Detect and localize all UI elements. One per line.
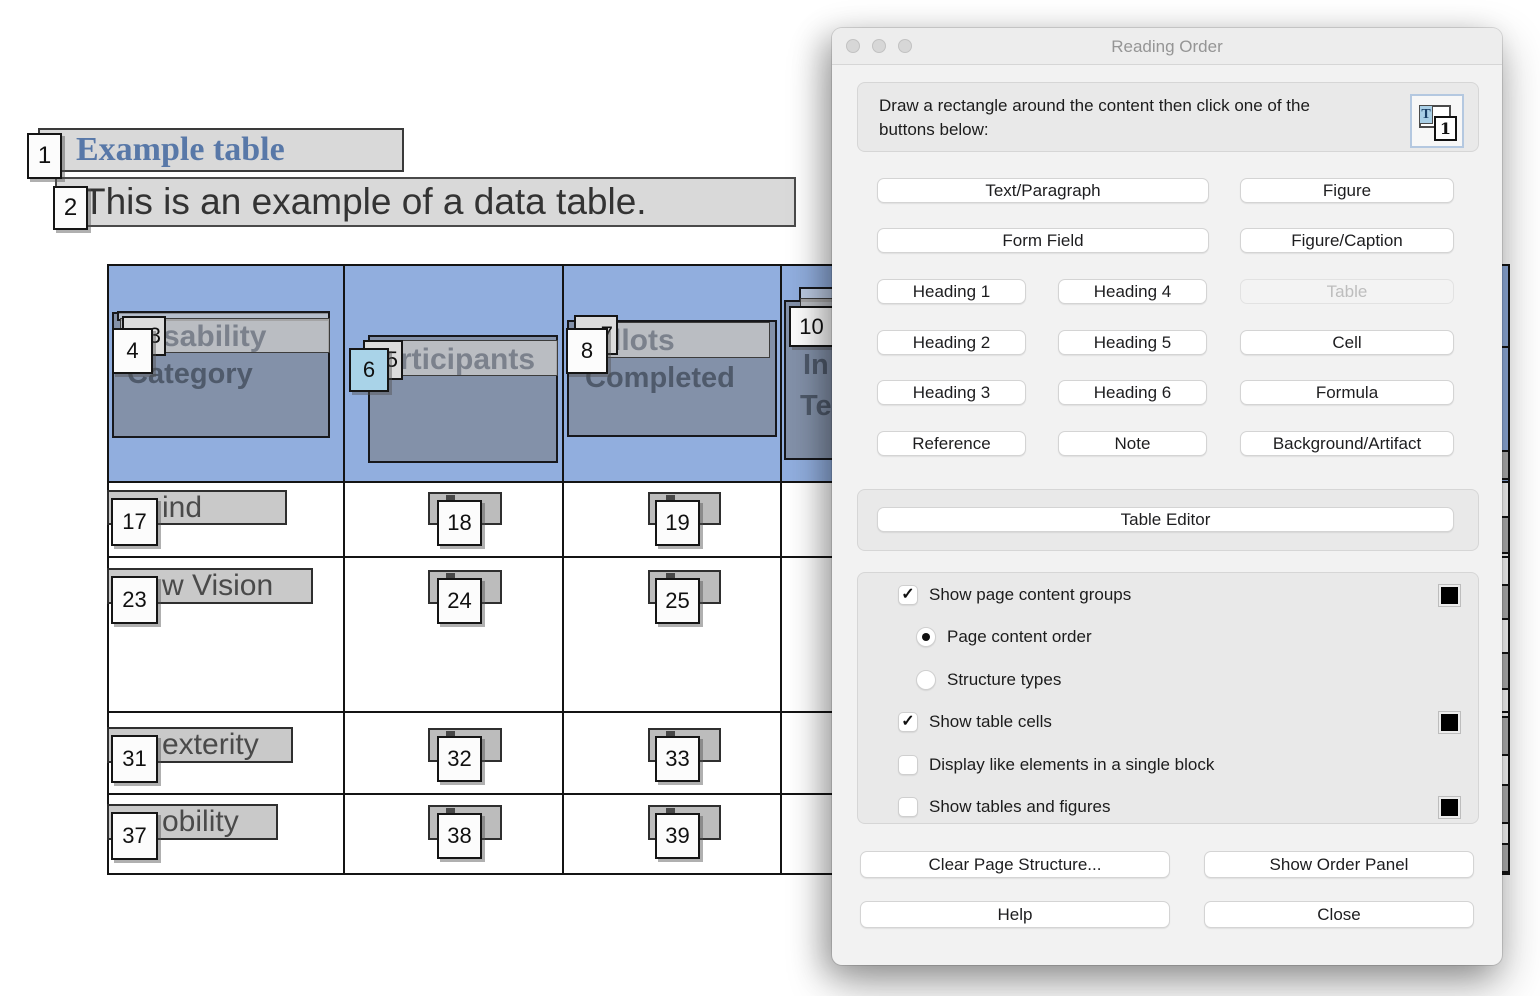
formula-button[interactable]: Formula	[1240, 380, 1454, 405]
order-tag-selected[interactable]: 6	[349, 348, 389, 392]
order-tag[interactable]: 19	[655, 500, 700, 546]
header-cell-text: rticipants	[400, 343, 535, 377]
heading4-button[interactable]: Heading 4	[1058, 279, 1207, 304]
page-content-order-label: Page content order	[947, 627, 1092, 647]
order-tag[interactable]: 8	[566, 328, 608, 374]
note-button[interactable]: Note	[1058, 431, 1207, 456]
row-label: w Vision	[162, 570, 273, 601]
document-heading: Example table	[40, 130, 402, 170]
header-cell-text: llots	[613, 324, 675, 358]
icon-letter: T	[1419, 105, 1433, 124]
order-tag[interactable]: 32	[437, 736, 482, 782]
reading-order-dialog: Reading Order Draw a rectangle around th…	[832, 28, 1502, 965]
heading2-button[interactable]: Heading 2	[877, 330, 1026, 355]
row-label: exterity	[162, 729, 259, 760]
order-tag[interactable]: 39	[655, 813, 700, 859]
order-tag[interactable]: 25	[655, 578, 700, 624]
show-table-cells-checkbox[interactable]: ✓	[898, 712, 918, 732]
header-cell-text: Te	[800, 390, 832, 423]
form-field-button[interactable]: Form Field	[877, 228, 1209, 253]
options-group: ✓ Show page content groups Page content …	[857, 572, 1479, 824]
heading1-button[interactable]: Heading 1	[877, 279, 1026, 304]
header-cell-text: sability	[163, 320, 266, 354]
show-order-panel-button[interactable]: Show Order Panel	[1204, 851, 1474, 878]
show-tables-and-figures-checkbox[interactable]	[898, 797, 918, 817]
page-content-order-radio[interactable]	[916, 627, 936, 647]
instruction-text: Draw a rectangle around the content then…	[879, 94, 1310, 142]
heading3-button[interactable]: Heading 3	[877, 380, 1026, 405]
clear-page-structure-button[interactable]: Clear Page Structure...	[860, 851, 1170, 878]
order-tag[interactable]: 10	[789, 306, 834, 347]
show-tables-and-figures-label: Show tables and figures	[929, 797, 1110, 817]
page-content-groups-color-swatch[interactable]	[1439, 585, 1460, 606]
zoom-window-icon[interactable]	[898, 39, 912, 53]
reference-button[interactable]: Reference	[877, 431, 1026, 456]
order-tag[interactable]: 24	[437, 578, 482, 624]
show-table-cells-label: Show table cells	[929, 712, 1052, 732]
order-tag[interactable]: 33	[655, 736, 700, 782]
order-tag[interactable]: 17	[111, 498, 158, 546]
text-paragraph-button[interactable]: Text/Paragraph	[877, 178, 1209, 203]
checkmark-icon: ✓	[901, 714, 914, 730]
help-button[interactable]: Help	[860, 901, 1170, 928]
order-tag[interactable]: 18	[437, 500, 482, 546]
table-column-line	[562, 266, 564, 873]
tables-figures-color-swatch[interactable]	[1439, 797, 1460, 818]
header-cell-text: In	[803, 349, 829, 382]
dialog-titlebar[interactable]: Reading Order	[832, 28, 1502, 65]
table-column-line	[780, 266, 782, 873]
structure-types-label: Structure types	[947, 670, 1061, 690]
dialog-title: Reading Order	[832, 28, 1502, 65]
checkmark-icon: ✓	[901, 587, 914, 603]
instruction-group: Draw a rectangle around the content then…	[857, 82, 1479, 152]
table-column-line	[343, 266, 345, 873]
minimize-window-icon[interactable]	[872, 39, 886, 53]
order-tag[interactable]: 37	[111, 812, 158, 860]
table-button: Table	[1240, 279, 1454, 304]
heading5-button[interactable]: Heading 5	[1058, 330, 1207, 355]
figure-caption-button[interactable]: Figure/Caption	[1240, 228, 1454, 253]
cell-button[interactable]: Cell	[1240, 330, 1454, 355]
close-window-icon[interactable]	[846, 39, 860, 53]
instruction-line1: Draw a rectangle around the content then…	[879, 94, 1310, 118]
document-paragraph: This is an example of a data table.	[57, 179, 794, 225]
order-tag[interactable]: 4	[112, 328, 153, 374]
order-tag[interactable]: 31	[111, 735, 158, 783]
instruction-line2: buttons below:	[879, 118, 1310, 142]
order-tag[interactable]: 2	[53, 186, 88, 230]
close-button[interactable]: Close	[1204, 901, 1474, 928]
table-cells-color-swatch[interactable]	[1439, 712, 1460, 733]
structure-types-radio[interactable]	[916, 670, 936, 690]
heading6-button[interactable]: Heading 6	[1058, 380, 1207, 405]
show-page-content-groups-checkbox[interactable]: ✓	[898, 585, 918, 605]
row-label: ind	[162, 492, 202, 523]
display-like-elements-label: Display like elements in a single block	[929, 755, 1214, 775]
row-label: obility	[162, 806, 239, 837]
display-like-elements-checkbox[interactable]	[898, 755, 918, 775]
order-tag[interactable]: 38	[437, 813, 482, 859]
figure-button[interactable]: Figure	[1240, 178, 1454, 203]
background-artifact-button[interactable]: Background/Artifact	[1240, 431, 1454, 456]
document-page: Example table 1 This is an example of a …	[0, 0, 1540, 996]
table-editor-button[interactable]: Table Editor	[877, 507, 1454, 532]
order-tag[interactable]: 23	[111, 576, 158, 624]
order-tag[interactable]: 1	[27, 133, 62, 179]
show-page-content-groups-label: Show page content groups	[929, 585, 1131, 605]
paragraph-highlight: This is an example of a data table.	[55, 177, 796, 227]
icon-number: 1	[1434, 116, 1457, 141]
heading-highlight: Example table	[38, 128, 404, 172]
reading-order-tool-icon: T 1	[1410, 94, 1464, 148]
